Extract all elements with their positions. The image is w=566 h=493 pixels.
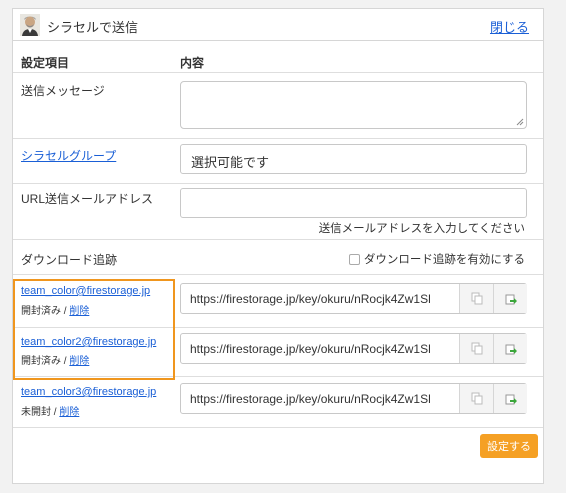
url-email-input[interactable] <box>180 188 527 218</box>
recipient-status-3: 未開封 / 削除 <box>21 403 79 418</box>
row-divider <box>13 274 543 275</box>
recipient-url-3[interactable]: https://firestorage.jp/key/okuru/nRocjk4… <box>190 392 455 406</box>
recipient-url-field-1[interactable]: https://firestorage.jp/key/okuru/nRocjk4… <box>180 283 527 314</box>
resize-grip-icon[interactable] <box>516 118 524 126</box>
url-email-label: URL送信メールアドレス <box>21 192 154 206</box>
recipient-email-3[interactable]: team_color3@firestorage.jp <box>21 386 156 398</box>
message-textarea[interactable] <box>180 81 527 129</box>
close-link[interactable]: 閉じる <box>490 17 529 36</box>
checkbox-icon[interactable] <box>348 253 360 265</box>
group-link[interactable]: シラセルグループ <box>21 147 116 164</box>
open-link-icon <box>505 344 517 354</box>
panel-title: シラセルで送信 <box>47 20 139 35</box>
message-label: 送信メッセージ <box>21 84 105 98</box>
copy-button-1[interactable] <box>459 284 493 313</box>
highlight-box <box>13 279 175 380</box>
col-header-content: 内容 <box>180 56 205 70</box>
tracking-checkbox-label: ダウンロード追跡を有効にする <box>363 254 525 266</box>
open-button-2[interactable] <box>493 334 527 363</box>
copy-button-2[interactable] <box>459 334 493 363</box>
send-panel: シラセルで送信 閉じる 設定項目 内容 送信メッセージ シラセルグループ 選択可… <box>12 8 544 484</box>
delete-link-3[interactable]: 削除 <box>59 407 79 418</box>
row-divider <box>13 427 543 428</box>
copy-icon <box>471 392 482 405</box>
open-button-3[interactable] <box>493 384 527 413</box>
open-button-1[interactable] <box>493 284 527 313</box>
tracking-checkbox[interactable]: ダウンロード追跡を有効にする <box>348 251 525 267</box>
avatar-icon <box>20 14 40 36</box>
col-header-setting: 設定項目 <box>21 56 70 70</box>
row-divider <box>13 72 543 73</box>
recipient-url-2[interactable]: https://firestorage.jp/key/okuru/nRocjk4… <box>190 342 455 356</box>
recipient-url-field-2[interactable]: https://firestorage.jp/key/okuru/nRocjk4… <box>180 333 527 364</box>
tracking-label: ダウンロード追跡 <box>21 253 118 267</box>
row-divider <box>13 138 543 139</box>
status-text: 未開封 <box>21 407 51 418</box>
group-field[interactable]: 選択可能です <box>180 144 527 174</box>
panel-header: シラセルで送信 閉じる <box>13 9 543 41</box>
url-email-hint: 送信メールアドレスを入力してください <box>318 223 525 235</box>
submit-button[interactable]: 設定する <box>480 434 538 458</box>
recipient-url-1[interactable]: https://firestorage.jp/key/okuru/nRocjk4… <box>190 292 455 306</box>
open-link-icon <box>505 394 517 404</box>
open-link-icon <box>505 294 517 304</box>
copy-icon <box>471 292 482 305</box>
recipient-url-field-3[interactable]: https://firestorage.jp/key/okuru/nRocjk4… <box>180 383 527 414</box>
row-divider <box>13 183 543 184</box>
copy-button-3[interactable] <box>459 384 493 413</box>
row-divider <box>13 239 543 240</box>
copy-icon <box>471 342 482 355</box>
